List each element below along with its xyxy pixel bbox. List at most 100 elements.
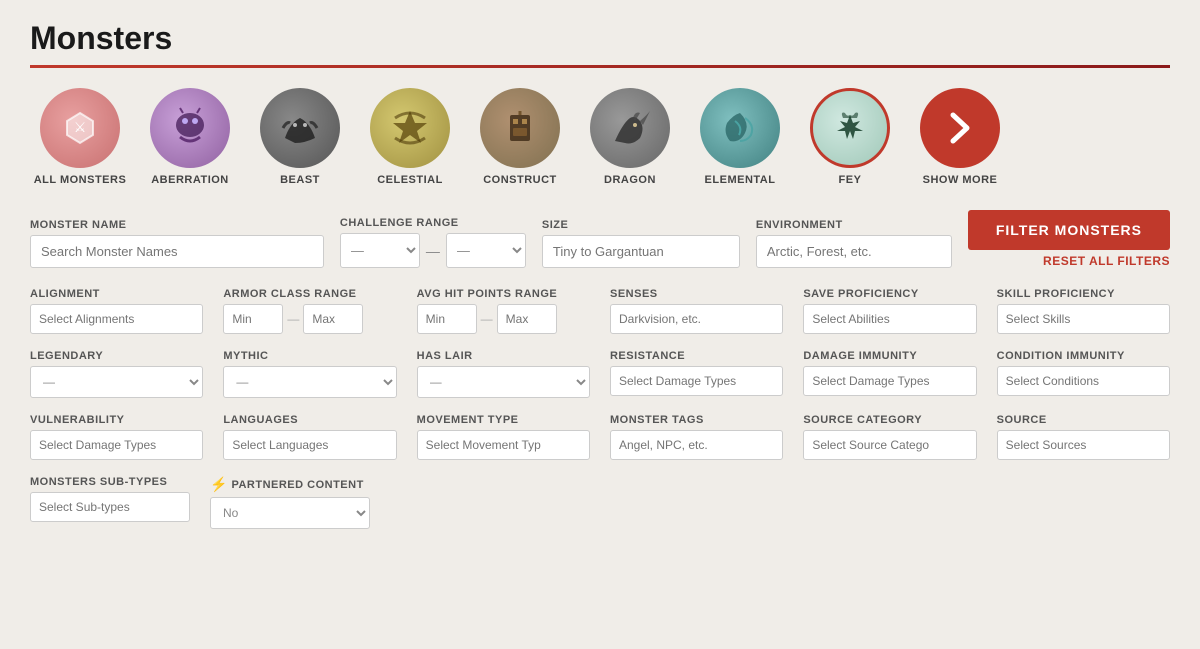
has-lair-label: HAS LAIR	[417, 350, 590, 362]
filter-cell-damage-immunity: DAMAGE IMMUNITY	[803, 350, 976, 398]
movement-type-input[interactable]	[417, 430, 590, 460]
filter-cell-monster-tags: MONSTER TAGS	[610, 414, 783, 460]
filter-group-challenge: CHALLENGE RANGE — 01/81/41/2 12345 — — 1…	[340, 217, 526, 268]
filter-cell-languages: LANGUAGES	[223, 414, 396, 460]
monster-type-aberration[interactable]: ABERRATION	[140, 88, 240, 186]
condition-immunity-label: CONDITION IMMUNITY	[997, 350, 1170, 362]
monster-name-input[interactable]	[30, 235, 324, 268]
filter-cell-legendary: LEGENDARY — Yes No	[30, 350, 203, 398]
challenge-dash: —	[426, 243, 440, 259]
environment-label: ENVIRONMENT	[756, 219, 952, 231]
alignment-input[interactable]	[30, 304, 203, 334]
filter-cell-mythic: MYTHIC — Yes No	[223, 350, 396, 398]
movement-type-label: MOVEMENT TYPE	[417, 414, 590, 426]
challenge-inputs: — 01/81/41/2 12345 — — 1510152030	[340, 233, 526, 268]
challenge-range-max[interactable]: — 1510152030	[446, 233, 526, 268]
senses-label: SENSES	[610, 288, 783, 300]
partnered-content-select[interactable]: No Yes	[210, 497, 370, 529]
alignment-label: ALIGNMENT	[30, 288, 203, 300]
partnered-label-row: ⚡ PARTNERED CONTENT	[210, 476, 370, 493]
monster-type-showmore[interactable]: SHOW MORE	[910, 88, 1010, 186]
challenge-range-label: CHALLENGE RANGE	[340, 217, 526, 229]
monster-type-all[interactable]: ⚔ ALL MONSTERS	[30, 88, 130, 186]
reset-filters-link[interactable]: RESET ALL FILTERS	[1043, 254, 1170, 268]
monster-type-construct-label: CONSTRUCT	[483, 174, 557, 186]
monster-type-construct[interactable]: CONSTRUCT	[470, 88, 570, 186]
vulnerability-input[interactable]	[30, 430, 203, 460]
filter-cell-save-proficiency: SAVE PROFICIENCY	[803, 288, 976, 334]
filter-group-monster-name: MONSTER NAME	[30, 219, 324, 268]
filter-btn-group: FILTER MONSTERS RESET ALL FILTERS	[968, 210, 1170, 268]
monster-type-elemental[interactable]: ELEMENTAL	[690, 88, 790, 186]
senses-input[interactable]	[610, 304, 783, 334]
avg-hit-points-max[interactable]	[497, 304, 557, 334]
filter-cell-partnered: ⚡ PARTNERED CONTENT No Yes	[210, 476, 370, 529]
skill-proficiency-label: SKILL PROFICIENCY	[997, 288, 1170, 300]
languages-input[interactable]	[223, 430, 396, 460]
avg-hit-points-range-inputs: —	[417, 304, 590, 334]
environment-input[interactable]	[756, 235, 952, 268]
monster-type-fey[interactable]: FEY	[800, 88, 900, 186]
skill-proficiency-input[interactable]	[997, 304, 1170, 334]
filter-cell-source: SOURCE	[997, 414, 1170, 460]
size-input[interactable]	[542, 235, 740, 268]
save-proficiency-input[interactable]	[803, 304, 976, 334]
monster-type-celestial-label: CELESTIAL	[377, 174, 443, 186]
bottom-filters-row: MONSTERS SUB-TYPES ⚡ PARTNERED CONTENT N…	[30, 476, 1170, 529]
damage-immunity-input[interactable]	[803, 366, 976, 396]
top-filter-row: MONSTER NAME CHALLENGE RANGE — 01/81/41/…	[30, 210, 1170, 268]
source-label: SOURCE	[997, 414, 1170, 426]
monster-type-fey-label: FEY	[839, 174, 862, 186]
monster-type-beast-label: BEAST	[280, 174, 320, 186]
size-label: SIZE	[542, 219, 740, 231]
languages-label: LANGUAGES	[223, 414, 396, 426]
save-proficiency-label: SAVE PROFICIENCY	[803, 288, 976, 300]
partnered-icon: ⚡	[210, 476, 227, 493]
monster-types-row: ⚔ ALL MONSTERS ABERRATION	[30, 88, 1170, 186]
monster-type-all-label: ALL MONSTERS	[34, 174, 127, 186]
mythic-select[interactable]: — Yes No	[223, 366, 396, 398]
monster-type-dragon[interactable]: DRAGON	[580, 88, 680, 186]
legendary-select[interactable]: — Yes No	[30, 366, 203, 398]
mythic-label: MYTHIC	[223, 350, 396, 362]
monster-type-celestial[interactable]: CELESTIAL	[360, 88, 460, 186]
has-lair-select[interactable]: — Yes No	[417, 366, 590, 398]
monster-name-label: MONSTER NAME	[30, 219, 324, 231]
filter-cell-skill-proficiency: SKILL PROFICIENCY	[997, 288, 1170, 334]
monster-type-elemental-label: ELEMENTAL	[705, 174, 776, 186]
condition-immunity-input[interactable]	[997, 366, 1170, 396]
page-title: Monsters	[30, 20, 1170, 57]
monster-type-aberration-label: ABERRATION	[151, 174, 229, 186]
filter-group-size: SIZE	[542, 219, 740, 268]
avg-hit-points-dash: —	[481, 312, 493, 326]
svg-text:⚔: ⚔	[74, 119, 87, 135]
armor-class-label: ARMOR CLASS RANGE	[223, 288, 396, 300]
damage-immunity-label: DAMAGE IMMUNITY	[803, 350, 976, 362]
partnered-content-label: PARTNERED CONTENT	[231, 479, 363, 491]
filter-cell-vulnerability: VULNERABILITY	[30, 414, 203, 460]
filter-cell-senses: SENSES	[610, 288, 783, 334]
avg-hit-points-label: AVG HIT POINTS RANGE	[417, 288, 590, 300]
filter-cell-source-category: SOURCE CATEGORY	[803, 414, 976, 460]
title-divider	[30, 65, 1170, 68]
monster-type-showmore-label: SHOW MORE	[923, 174, 998, 186]
filter-cell-avg-hit-points: AVG HIT POINTS RANGE —	[417, 288, 590, 334]
armor-class-dash: —	[287, 312, 299, 326]
avg-hit-points-min[interactable]	[417, 304, 477, 334]
filter-cell-movement-type: MOVEMENT TYPE	[417, 414, 590, 460]
monster-type-dragon-label: DRAGON	[604, 174, 656, 186]
source-category-label: SOURCE CATEGORY	[803, 414, 976, 426]
resistance-input[interactable]	[610, 366, 783, 396]
armor-class-min[interactable]	[223, 304, 283, 334]
filter-cell-resistance: RESISTANCE	[610, 350, 783, 398]
challenge-range-min[interactable]: — 01/81/41/2 12345	[340, 233, 420, 268]
filter-monsters-button[interactable]: FILTER MONSTERS	[968, 210, 1170, 250]
filter-cell-armor-class: ARMOR CLASS RANGE —	[223, 288, 396, 334]
source-input[interactable]	[997, 430, 1170, 460]
monster-tags-input[interactable]	[610, 430, 783, 460]
armor-class-range-inputs: —	[223, 304, 396, 334]
subtypes-input[interactable]	[30, 492, 190, 522]
monster-type-beast[interactable]: BEAST	[250, 88, 350, 186]
source-category-input[interactable]	[803, 430, 976, 460]
armor-class-max[interactable]	[303, 304, 363, 334]
